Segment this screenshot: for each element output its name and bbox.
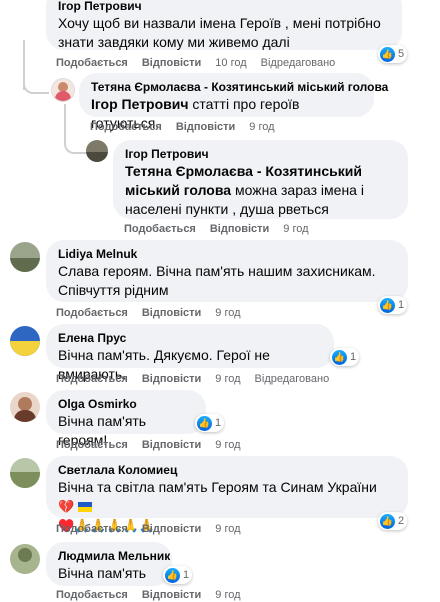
comment-actions: Подобається Відповісти 9 год: [90, 120, 289, 134]
comment-actions: Подобається Відповісти 10 год Відредаговано: [56, 56, 349, 70]
comment-bubble: Светлала Коломиец Вічна та світла пам'ят…: [46, 456, 408, 533]
like-link[interactable]: Подобається: [90, 121, 162, 133]
reaction-number: 1: [183, 569, 190, 581]
comment-bubble: Тетяна Єрмолаєва - Козятинський міський …: [79, 73, 388, 131]
comment-text: Вічна пам'ять: [58, 565, 147, 581]
reply-link[interactable]: Відповісти: [176, 121, 235, 133]
comment-bubble: Людмила Мельник Вічна пам'ять: [46, 542, 172, 586]
reply-link[interactable]: Відповісти: [210, 223, 269, 235]
comment-author[interactable]: Ігор Петрович: [125, 146, 396, 162]
reaction-number: 2: [398, 515, 405, 527]
reaction-count[interactable]: 👍 1: [330, 348, 360, 366]
comment-actions: Подобається Відповісти 9 год: [56, 438, 255, 452]
edited-label: Відредаговано: [260, 57, 336, 69]
reaction-count[interactable]: 👍 2: [378, 512, 408, 530]
comment-time[interactable]: 10 год: [215, 57, 246, 69]
comment-author[interactable]: Olga Osmirko: [58, 396, 194, 412]
comment-time[interactable]: 9 год: [283, 223, 308, 235]
like-link[interactable]: Подобається: [124, 223, 196, 235]
avatar[interactable]: [86, 140, 108, 162]
reaction-number: 5: [398, 48, 405, 60]
reply-link[interactable]: Відповісти: [142, 439, 201, 451]
like-link[interactable]: Подобається: [56, 439, 128, 451]
broken-heart-icon: 💔: [58, 499, 75, 514]
reply-link[interactable]: Відповісти: [142, 373, 201, 385]
reaction-count[interactable]: 👍 1: [378, 296, 408, 314]
reply-link[interactable]: Відповісти: [142, 57, 201, 69]
reply-link[interactable]: Відповісти: [142, 589, 201, 601]
avatar[interactable]: [10, 326, 40, 356]
avatar[interactable]: [10, 544, 40, 574]
like-link[interactable]: Подобається: [56, 523, 128, 535]
edited-label: Відредаговано: [254, 373, 330, 385]
avatar[interactable]: [10, 458, 40, 488]
like-link[interactable]: Подобається: [56, 373, 128, 385]
comment-author[interactable]: Тетяна Єрмолаєва - Козятинський міський …: [91, 79, 388, 95]
comment-text: Хочу щоб ви назвали імена Героїв , мені …: [58, 15, 381, 50]
reaction-count[interactable]: 👍 1: [195, 414, 225, 432]
reaction-count[interactable]: 👍 1: [163, 566, 193, 584]
avatar[interactable]: [10, 242, 40, 272]
comment-body: Вічна та світла пам'ять Героям та Синам …: [58, 479, 377, 495]
comment-time[interactable]: 9 год: [215, 439, 240, 451]
like-thumb-icon: 👍: [332, 349, 347, 365]
comment-bubble: Ігор Петрович Тетяна Єрмолаєва - Козятин…: [113, 140, 408, 219]
reaction-number: 1: [350, 351, 357, 363]
comment-author[interactable]: Людмила Мельник: [58, 548, 170, 564]
comment-author[interactable]: Светлала Коломиец: [58, 462, 396, 478]
like-thumb-icon: 👍: [380, 46, 395, 62]
comment-author[interactable]: Елена Прус: [58, 330, 322, 346]
like-thumb-icon: 👍: [165, 567, 180, 583]
ukraine-flag-icon: [78, 502, 93, 513]
like-link[interactable]: Подобається: [56, 589, 128, 601]
comment-actions: Подобається Відповісти 9 год: [56, 306, 255, 320]
reply-link[interactable]: Відповісти: [142, 307, 201, 319]
like-thumb-icon: 👍: [380, 513, 395, 529]
like-thumb-icon: 👍: [197, 415, 212, 431]
comment-bubble: Елена Прус Вічна пам'ять. Дякуємо. Герої…: [46, 324, 334, 382]
comment-author[interactable]: Ігор Петрович: [58, 0, 390, 14]
comment-time[interactable]: 9 год: [215, 307, 240, 319]
reaction-number: 1: [215, 417, 222, 429]
mention-tag[interactable]: Ігор Петрович: [91, 96, 189, 112]
comment-time[interactable]: 9 год: [249, 121, 274, 133]
comment-text: Тетяна Єрмолаєва - Козятинський міський …: [125, 162, 396, 219]
like-link[interactable]: Подобається: [56, 57, 128, 69]
like-link[interactable]: Подобається: [56, 307, 128, 319]
comment-text: Слава героям. Вічна пам'ять нашим захисн…: [58, 263, 376, 298]
comment-time[interactable]: 9 год: [215, 373, 240, 385]
comment-actions: Подобається Відповісти 9 год: [56, 522, 255, 536]
reaction-count[interactable]: 👍 5: [378, 45, 408, 63]
comment-time[interactable]: 9 год: [215, 589, 240, 601]
avatar[interactable]: [51, 78, 75, 102]
comment-bubble: Lidiya Melnuk Слава героям. Вічна пам'ят…: [46, 240, 408, 302]
comment-bubble: Ігор Петрович Хочу щоб ви назвали імена …: [46, 0, 402, 50]
comment-actions: Подобається Відповісти 9 год: [124, 222, 323, 236]
avatar[interactable]: [10, 392, 40, 422]
thread-connector: [64, 134, 86, 154]
comment-author[interactable]: Lidiya Melnuk: [58, 246, 396, 262]
comment-bubble: Olga Osmirko Вічна пам'ять героям!: [46, 390, 206, 448]
comment-actions: Подобається Відповісти 9 год Відредаговано: [56, 372, 343, 386]
comment-actions: Подобається Відповісти 9 год: [56, 588, 255, 602]
comment-time[interactable]: 9 год: [215, 523, 240, 535]
thread-connector: [23, 72, 49, 94]
reply-link[interactable]: Відповісти: [142, 523, 201, 535]
like-thumb-icon: 👍: [380, 297, 395, 313]
reaction-number: 1: [398, 299, 405, 311]
comment-text: Вічна та світла пам'ять Героям та Синам …: [58, 478, 396, 516]
